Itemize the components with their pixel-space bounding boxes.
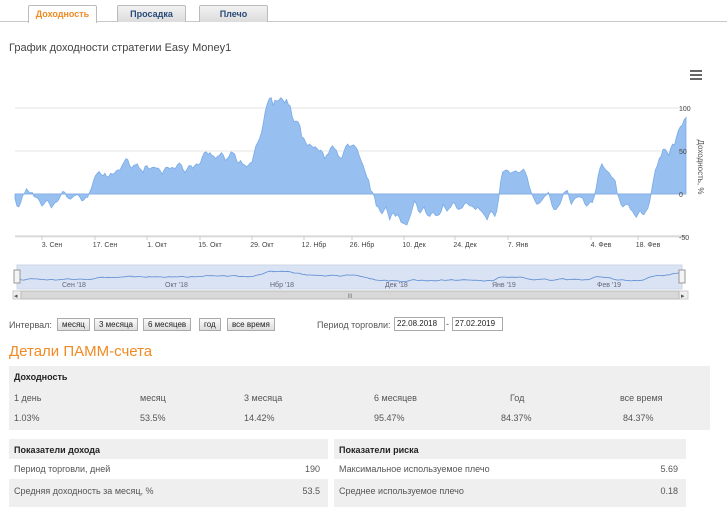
interval-alltime-button[interactable]: все время xyxy=(227,318,275,331)
y-tick-label: 100 xyxy=(679,106,691,113)
risk-row-label: Максимальное используемое плечо xyxy=(339,464,490,474)
date-separator: - xyxy=(446,319,449,329)
interval-6months-button[interactable]: 6 месяцев xyxy=(143,318,192,331)
income-row-value: 190 xyxy=(304,464,320,474)
y-tick-label: 0 xyxy=(679,192,683,199)
x-tick-label: 15. Окт xyxy=(198,242,222,249)
income-row-label: Период торговли, дней xyxy=(14,464,111,474)
returns-col-header: Год xyxy=(510,393,525,403)
returns-col-header: месяц xyxy=(140,393,166,403)
returns-col-header: 6 месяцев xyxy=(374,393,417,403)
x-tick-label: 3. Сен xyxy=(42,242,63,249)
table-row: Среднее используемое плечо 0.18 xyxy=(334,481,686,501)
table-row: Период торговли, дней 190 xyxy=(9,459,328,479)
y-tick-label: -50 xyxy=(679,235,689,242)
returns-value: 14.42% xyxy=(244,413,275,423)
period-label: Период торговли: xyxy=(317,320,391,330)
navigator-label: Окт '18 xyxy=(165,282,188,289)
scroll-right-arrow[interactable]: ▸ xyxy=(681,293,685,300)
table-row: Максимальное используемое плечо 5.69 xyxy=(334,459,686,479)
y-axis-label: Доходность, % xyxy=(696,140,705,195)
income-panel: Показатели дохода Период торговли, дней … xyxy=(9,439,328,507)
income-row-label: Средняя доходность за месяц, % xyxy=(14,486,154,496)
table-row: Средняя доходность за месяц, % 53.5 xyxy=(9,481,328,501)
income-title: Показатели дохода xyxy=(14,445,100,455)
scroll-left-arrow[interactable]: ◂ xyxy=(14,293,18,300)
x-tick-label: 10. Дек xyxy=(402,242,426,249)
returns-col-header: 1 день xyxy=(14,393,42,403)
x-tick-label: 17. Сен xyxy=(93,242,118,249)
navigator-handle-left[interactable] xyxy=(13,269,21,284)
risk-row-value: 0.18 xyxy=(660,486,678,496)
returns-value: 95.47% xyxy=(374,413,405,423)
returns-col-header: все время xyxy=(620,393,663,403)
interval-month-button[interactable]: месяц xyxy=(57,318,90,331)
chart-navigator[interactable]: Сен '18 Окт '18 Нбр '18 Дек '18 Янв '19 Фев '… xyxy=(0,262,727,302)
returns-value: 84.37% xyxy=(501,413,532,423)
risk-title: Показатели риска xyxy=(339,445,419,455)
returns-col-header: 3 месяца xyxy=(244,393,283,403)
x-tick-label: 7. Янв xyxy=(508,242,529,249)
x-tick-label: 24. Дек xyxy=(453,242,477,249)
risk-row-value: 5.69 xyxy=(660,464,678,474)
x-tick-label: 1. Окт xyxy=(147,242,167,249)
x-tick-label: 18. Фев xyxy=(636,242,661,249)
navigator-label: Дек '18 xyxy=(385,282,408,289)
returns-panel: Доходность 1 день месяц 3 месяца 6 месяц… xyxy=(9,366,710,430)
x-tick-label: 26. Нбр xyxy=(350,241,375,249)
returns-area xyxy=(14,97,687,226)
returns-title: Доходность xyxy=(14,372,68,382)
returns-chart: 3. Сен 17. Сен 1. Окт 15. Окт 29. Окт 12. Нбр… xyxy=(14,97,705,249)
risk-panel: Показатели риска Максимальное используем… xyxy=(334,439,686,507)
income-row-value: 53.5 xyxy=(302,486,320,496)
returns-value: 1.03% xyxy=(14,413,40,423)
scroll-grip[interactable]: III xyxy=(347,294,352,300)
navigator-label: Сен '18 xyxy=(62,282,86,289)
y-tick-label: 50 xyxy=(679,149,687,156)
returns-value: 84.37% xyxy=(623,413,654,423)
returns-value: 53.5% xyxy=(140,413,166,423)
navigator-label: Янв '19 xyxy=(492,282,516,289)
date-from-input[interactable]: 22.08.2018 xyxy=(394,317,445,331)
interval-year-button[interactable]: год xyxy=(199,318,221,331)
navigator-label: Нбр '18 xyxy=(270,281,294,289)
navigator-label: Фев '19 xyxy=(597,282,621,289)
risk-row-label: Среднее используемое плечо xyxy=(339,486,464,496)
interval-3months-button[interactable]: 3 месяца xyxy=(94,318,138,331)
interval-label: Интервал: xyxy=(9,320,52,330)
navigator-handle-right[interactable] xyxy=(678,269,686,284)
x-tick-label: 12. Нбр xyxy=(302,241,327,249)
x-tick-label: 4. Фев xyxy=(591,242,612,249)
date-to-input[interactable]: 27.02.2019 xyxy=(452,317,503,331)
x-tick-label: 29. Окт xyxy=(250,242,274,249)
details-title: Детали ПАММ-счета xyxy=(9,343,153,360)
